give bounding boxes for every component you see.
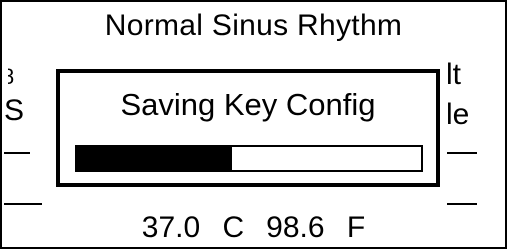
divider-right-upper [447,152,477,154]
rhythm-title: Normal Sinus Rhythm [104,9,403,42]
divider-left-upper [4,152,30,154]
save-progress-fill [77,147,232,170]
dialog-title: Saving Key Config [120,87,376,122]
temperature-fahrenheit: 98.6 F [266,211,366,244]
divider-right-lower [447,203,477,205]
temperature-celsius: 37.0 C [141,211,245,244]
background-fragment-left-top: 8 [2,64,15,89]
lcd-screen: Normal Sinus Rhythm 8 S lt le 37.0 C 98.6… [0,0,507,249]
saving-dialog: Saving Key Config [56,69,440,187]
save-progress-bar [75,145,423,172]
background-fragment-right-top: lt [446,58,461,91]
background-fragment-left-mid: S [4,94,25,127]
background-fragment-right-mid: le [446,98,470,131]
divider-left-lower [4,203,42,205]
temperature-readout: 37.0 C 98.6 F [2,208,505,247]
